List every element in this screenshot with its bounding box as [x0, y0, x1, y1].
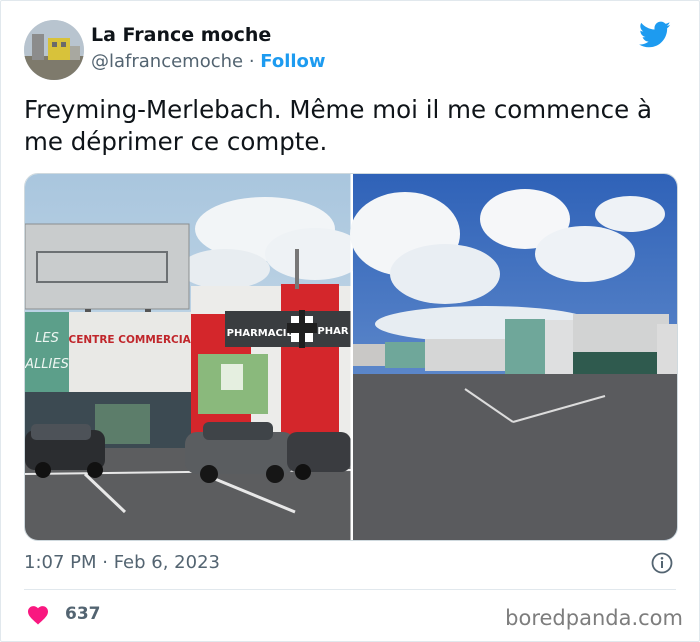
- sign-centre-commercial: CENTRE COMMERCIAL: [69, 334, 198, 346]
- divider: [24, 589, 676, 590]
- sign-phar: PHAR: [317, 326, 348, 337]
- sign-les-allies-line2: ALLIES: [25, 357, 69, 372]
- tweet-media[interactable]: LES ALLIES CENTRE COMMERCIAL PHARMACIE P…: [24, 173, 678, 541]
- avatar[interactable]: [24, 20, 84, 80]
- heart-icon[interactable]: [27, 605, 49, 625]
- twitter-bird-icon[interactable]: [639, 21, 671, 49]
- author-handle[interactable]: @lafrancemoche: [91, 51, 243, 72]
- tweet-card: La France moche @lafrancemoche · Follow …: [0, 0, 700, 642]
- info-icon[interactable]: [651, 552, 673, 574]
- right-photo: [350, 174, 677, 540]
- follow-button[interactable]: Follow: [260, 51, 325, 72]
- left-photo: LES ALLIES CENTRE COMMERCIAL PHARMACIE P…: [25, 174, 365, 540]
- handle-separator: ·: [243, 51, 261, 72]
- tweet-timestamp[interactable]: 1:07 PM · Feb 6, 2023: [24, 552, 220, 573]
- author-display-name[interactable]: La France moche: [91, 24, 271, 46]
- watermark: boredpanda.com: [505, 606, 683, 630]
- sign-pharmacie: PHARMACIE: [227, 328, 294, 339]
- author-handle-row: @lafrancemoche · Follow: [91, 51, 326, 72]
- sign-les-allies-line1: LES: [35, 331, 59, 346]
- tweet-text: Freyming-Merlebach. Même moi il me comme…: [24, 95, 652, 156]
- like-count[interactable]: 637: [65, 604, 101, 624]
